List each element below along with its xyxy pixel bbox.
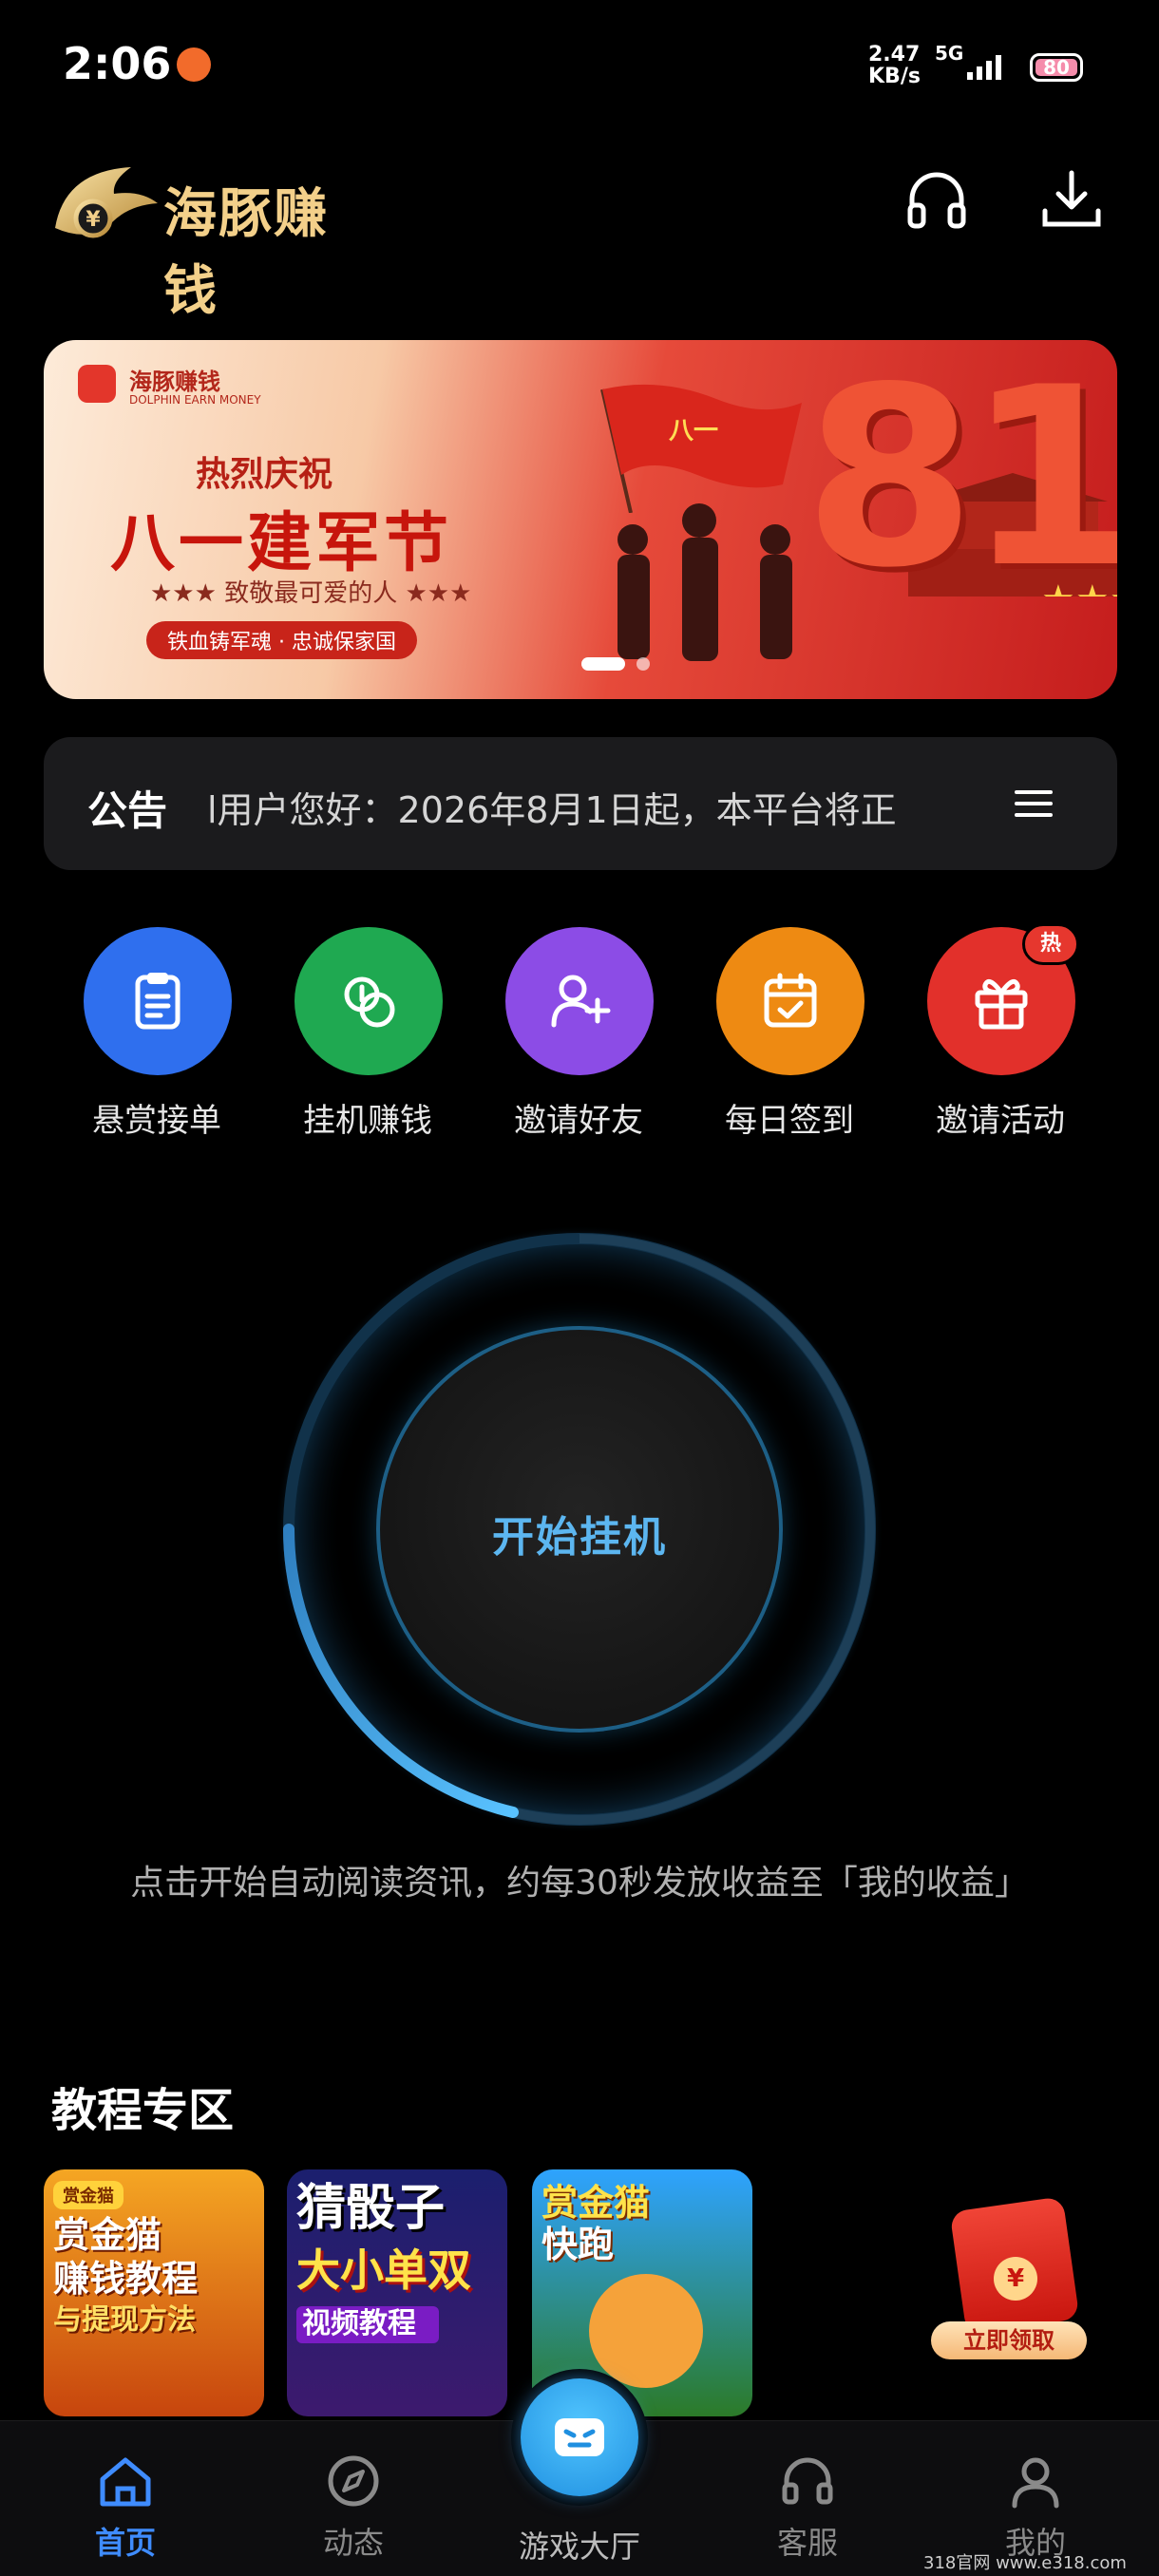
network-speed: 2.47 KB/s <box>868 43 921 88</box>
compass-icon <box>328 2455 379 2507</box>
quick-action-circle <box>716 927 864 1075</box>
quick-action-label: 每日签到 <box>725 1102 854 1140</box>
nav-label: 游戏大厅 <box>518 2529 640 2565</box>
quick-action-label: 悬赏接单 <box>92 1102 221 1140</box>
tutorial-tag: 赏金猫 <box>53 2181 124 2209</box>
announcement-bar[interactable]: 公告 l用户您好：2026年8月1日起，本平台将正 <box>44 737 1117 870</box>
banner-big-number: 81 <box>804 340 1117 622</box>
headset-icon <box>907 172 966 229</box>
banner-brand: 海豚赚钱 <box>129 369 220 395</box>
tutorial-card[interactable]: 猜骰子 大小单双 视频教程 <box>287 2169 507 2416</box>
menu-icon[interactable] <box>1009 779 1058 828</box>
banner-pill: 铁血铸军魂 · 忠诚保家国 <box>146 621 417 659</box>
quick-action-label: 挂机赚钱 <box>303 1102 432 1140</box>
start-idle-button[interactable]: 开始挂机 <box>376 1326 783 1733</box>
network-type: 5G <box>935 42 964 65</box>
profile-icon <box>1012 2457 1059 2509</box>
tutorial-card[interactable]: 赏金猫 赏金猫 赚钱教程 与提现方法 <box>44 2169 264 2416</box>
status-bar: 2:06 2.47 KB/s 5G 80 <box>0 0 1159 133</box>
banner-pagination <box>538 650 690 672</box>
game-icon <box>555 2418 604 2456</box>
cat-illustration <box>589 2274 703 2388</box>
quick-action-circle <box>505 927 654 1075</box>
logo-text: 海豚赚钱 <box>163 183 329 322</box>
quick-action-invite-friends[interactable]: 邀请好友 <box>473 927 654 1140</box>
nav-customer-service[interactable]: 客服 <box>732 2451 884 2565</box>
dolphin-logo-icon: ¥ <box>55 167 158 238</box>
banner-headline: 八一建军节 <box>110 506 453 581</box>
pagination-dot-active <box>581 657 625 671</box>
home-icon <box>100 2457 151 2507</box>
hot-badge: 热 <box>1022 923 1079 965</box>
banner-kicker: 热烈庆祝 <box>196 455 333 494</box>
nav-profile[interactable]: 我的 <box>960 2451 1112 2565</box>
quick-action-label: 邀请活动 <box>936 1102 1065 1140</box>
pagination-dot <box>636 657 650 671</box>
download-button[interactable] <box>1036 163 1108 236</box>
svg-text:¥: ¥ <box>86 208 101 232</box>
start-hint: 点击开始自动阅读资讯，约每30秒发放收益至「我的收益」 <box>130 1864 1029 1903</box>
game-hall-button[interactable] <box>521 2378 638 2496</box>
battery-icon: 80 <box>1030 53 1083 82</box>
signal-icon <box>967 55 1001 80</box>
watermark: 318官网 www.e318.com <box>923 2553 1127 2573</box>
nav-game-hall[interactable] <box>511 2369 648 2506</box>
coin-icon: ¥ <box>994 2257 1037 2301</box>
add-user-icon <box>551 975 611 1028</box>
notification-app-icon <box>177 47 211 82</box>
nav-label: 动态 <box>322 2525 384 2561</box>
tutorial-title-line3: 与提现方法 <box>53 2303 196 2337</box>
red-packet-button[interactable]: ¥ 立即领取 <box>931 2196 1092 2365</box>
promo-banner[interactable]: 海豚赚钱 DOLPHIN EARN MONEY 热烈庆祝 八一建军节 ★★★ 致… <box>44 340 1117 699</box>
coins-icon <box>344 976 395 1028</box>
tutorial-title-line1: 赏金猫 <box>53 2214 162 2256</box>
tutorials-title: 教程专区 <box>51 2084 235 2137</box>
app-logo: ¥ 海豚赚钱 <box>46 152 369 322</box>
clipboard-icon <box>135 973 180 1030</box>
tutorial-title-line2: 赚钱教程 <box>53 2258 199 2300</box>
red-packet-label: 立即领取 <box>931 2321 1087 2359</box>
start-idle-label: 开始挂机 <box>492 1513 667 1562</box>
calendar-check-icon <box>764 973 817 1028</box>
nav-feed[interactable]: 动态 <box>277 2451 429 2565</box>
tutorial-title-line1: 猜骰子 <box>296 2180 446 2237</box>
flag-text: 八一 <box>669 417 718 445</box>
download-icon <box>1042 170 1101 227</box>
quick-action-daily-checkin[interactable]: 每日签到 <box>684 927 864 1140</box>
status-time: 2:06 <box>63 38 172 89</box>
announcement-label: 公告 <box>87 787 168 834</box>
nav-home[interactable]: 首页 <box>49 2451 201 2565</box>
customer-service-button[interactable] <box>901 163 973 236</box>
quick-action-circle <box>84 927 232 1075</box>
banner-brand-sub: DOLPHIN EARN MONEY <box>129 393 261 407</box>
tutorial-title-line3: 视频教程 <box>296 2306 439 2343</box>
quick-action-circle <box>294 927 443 1075</box>
battery-level: 80 <box>1043 56 1070 79</box>
tutorial-title-line1: 赏金猫 <box>542 2182 651 2224</box>
quick-action-bounty[interactable]: 悬赏接单 <box>51 927 232 1140</box>
nav-label: 客服 <box>776 2525 838 2561</box>
banner-subtitle: ★★★ 致敬最可爱的人 ★★★ <box>150 579 472 608</box>
quick-action-label: 邀请好友 <box>514 1102 643 1140</box>
headset-icon <box>782 2457 833 2505</box>
announcement-text: l用户您好：2026年8月1日起，本平台将正 <box>207 789 897 831</box>
quick-action-idle-earn[interactable]: 挂机赚钱 <box>262 927 443 1140</box>
nav-label: 首页 <box>94 2525 156 2561</box>
soldiers-illustration <box>618 503 792 661</box>
banner-brand-icon <box>78 365 116 403</box>
gift-icon <box>975 978 1028 1030</box>
tutorial-title-line2: 快跑 <box>542 2224 615 2265</box>
tutorial-title-line2: 大小单双 <box>296 2245 471 2296</box>
